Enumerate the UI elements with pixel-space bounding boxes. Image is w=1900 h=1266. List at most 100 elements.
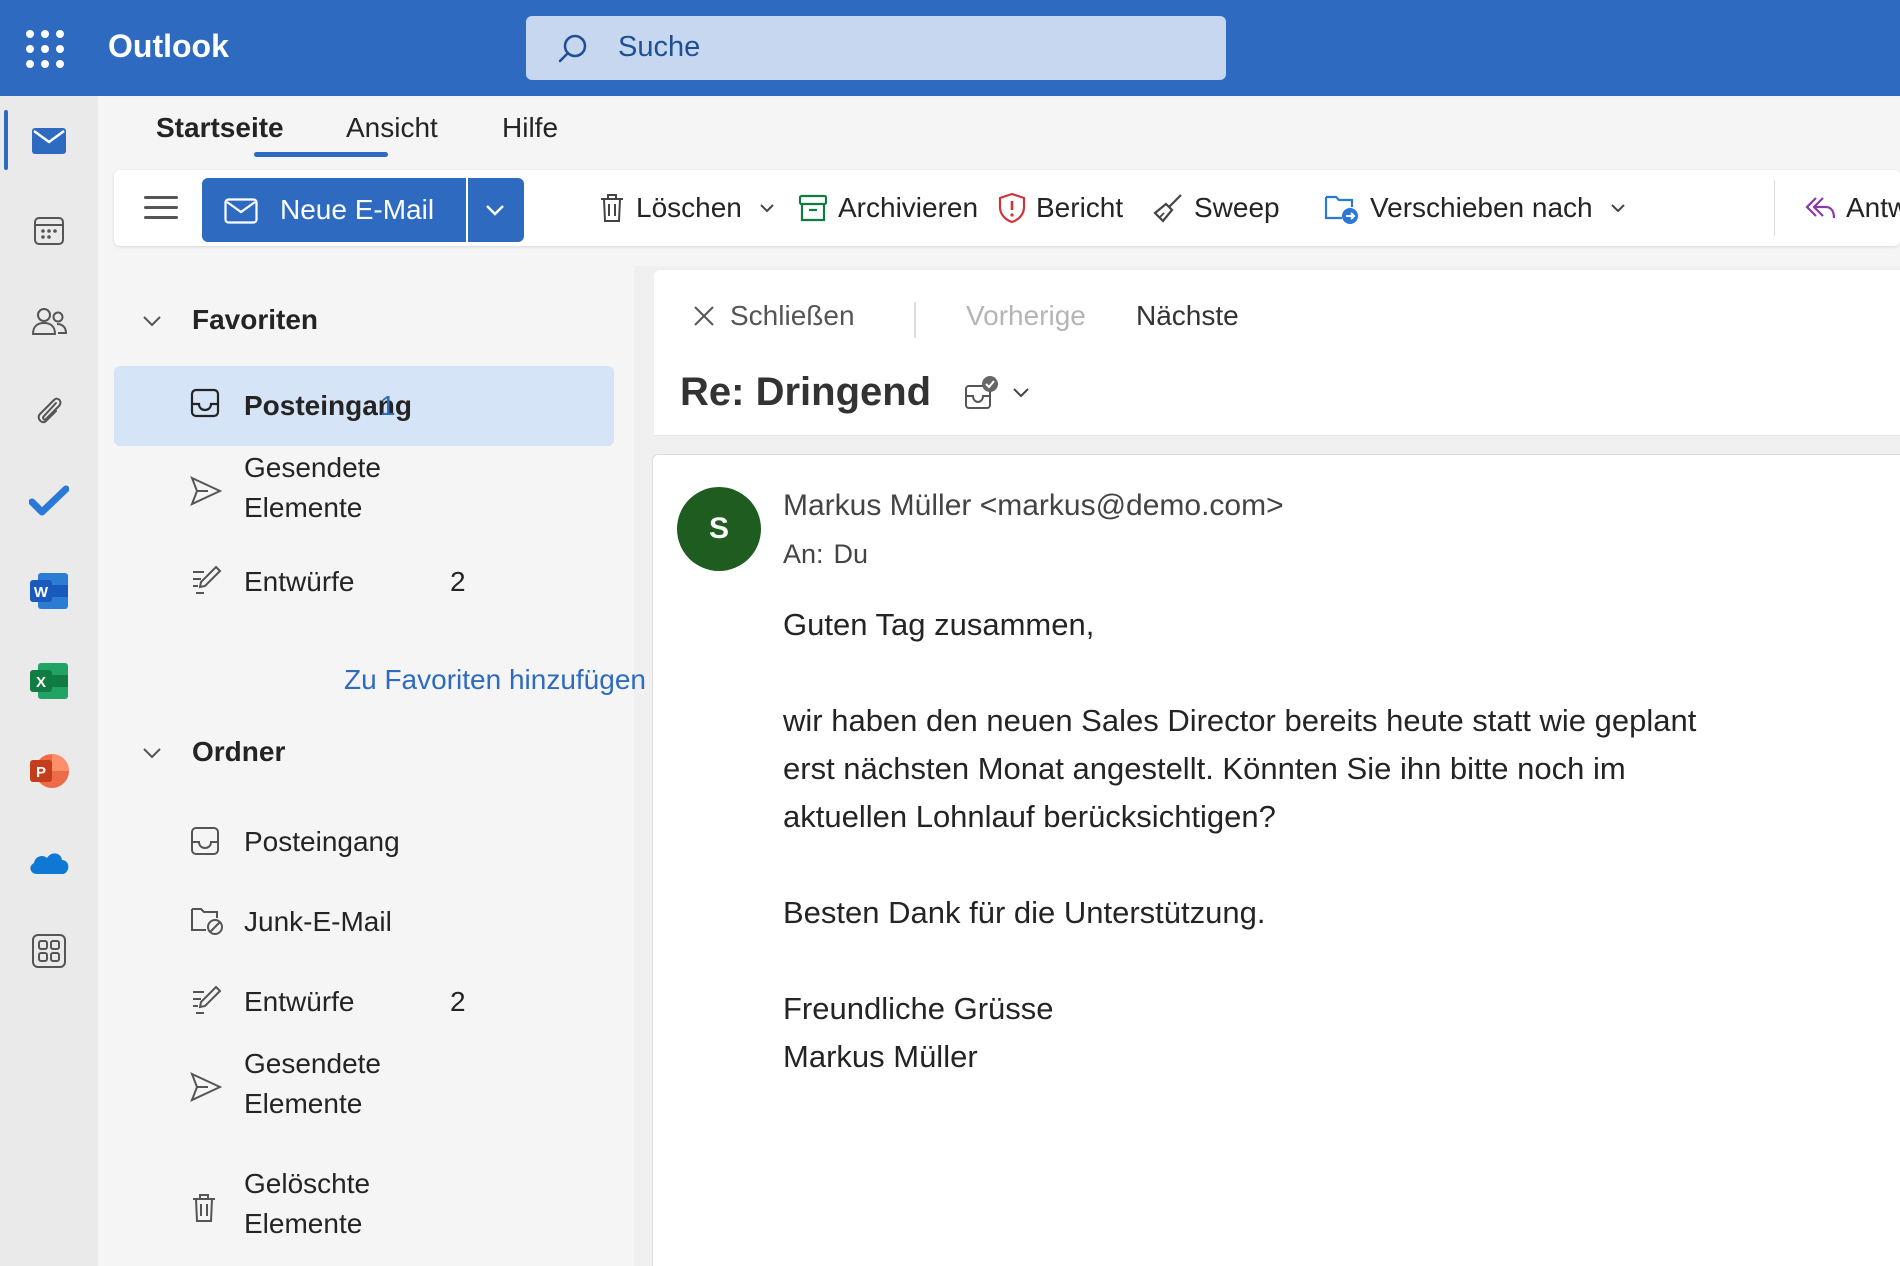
drafts-pencil-icon [193,565,222,594]
message-status-menu[interactable] [962,374,1032,412]
chevron-down-icon [143,748,161,759]
reply-icon [1805,197,1836,219]
shield-warning-icon [998,192,1026,224]
tab-ansicht[interactable]: Ansicht [346,112,438,144]
next-button[interactable]: Nächste [1136,300,1239,332]
delete-button[interactable]: Löschen [598,184,776,232]
search-box[interactable]: Suche [526,16,1226,80]
item-count: 2 [450,566,466,597]
folder-label: Posteingang [244,826,400,857]
sweep-button[interactable]: Sweep [1152,184,1280,232]
people-icon[interactable] [24,296,74,346]
sender[interactable]: Markus Müller <markus@demo.com> [783,489,1284,523]
reply-label: Antworten [1846,192,1900,223]
item-count: 2 [450,986,466,1017]
toolbar-divider [1774,180,1775,236]
close-button[interactable]: Schließen [692,300,855,332]
folder-move-icon [1324,195,1358,224]
powerpoint-icon[interactable]: P [24,746,74,796]
hamburger-menu-icon[interactable] [144,196,178,220]
svg-text:X: X [36,674,46,691]
add-to-favorites-link[interactable]: Zu Favoriten hinzufügen [344,664,646,696]
chevron-down-icon [760,204,774,213]
attachment-icon[interactable] [24,386,74,436]
envelope-icon [224,198,258,224]
folder-item-favorite-drafts[interactable]: Entwürfe 2 [114,542,614,622]
reading-pane-header: Schließen Vorherige Nächste Re: Dringend [654,270,1900,436]
chevron-down-icon [143,316,161,327]
active-tab-indicator [254,152,388,157]
chevron-down-icon [486,205,504,216]
message-body-card: S Markus Müller <markus@demo.com> An: Du … [652,454,1900,1266]
to-label: An: [783,539,824,569]
body-line: wir haben den neuen Sales Director berei… [783,703,1697,738]
folder-item-inbox[interactable]: Posteingang [114,802,614,882]
reply-button[interactable]: Antworten [1804,184,1900,232]
folder-label: Entwürfe [244,566,355,597]
delete-label: Löschen [636,192,742,223]
folders-header-label: Ordner [192,736,286,767]
archive-button[interactable]: Archivieren [798,184,978,232]
folder-label: Gesendete Elemente [244,452,381,523]
folder-label: Entwürfe [244,986,355,1017]
mail-icon[interactable] [24,116,74,166]
report-label: Bericht [1036,192,1124,223]
folder-label: Junk-E-Mail [244,906,392,937]
send-icon [190,476,222,506]
thanks-line: Besten Dank für die Unterstützung. [783,895,1266,930]
calendar-icon[interactable] [24,206,74,256]
trash-icon [601,194,623,222]
to-value[interactable]: Du [834,539,869,569]
close-icon [694,306,714,326]
folder-item-drafts[interactable]: Entwürfe 2 [114,962,614,1042]
header-divider [914,302,916,338]
app-launcher-icon[interactable] [26,30,64,68]
svg-text:P: P [36,764,46,781]
inbox-icon [190,388,220,418]
new-mail-button[interactable]: Neue E-Mail [202,178,466,242]
favorites-header-label: Favoriten [192,304,319,335]
move-to-button[interactable]: Verschieben nach [1324,184,1627,232]
chevron-down-icon [1013,388,1029,398]
junk-folder-icon [191,908,223,935]
search-input[interactable]: Suche [618,31,700,64]
todo-icon[interactable] [24,476,74,526]
folder-item-junk[interactable]: Junk-E-Mail [114,882,614,962]
new-mail-label: Neue E-Mail [280,194,435,225]
ribbon: Startseite Ansicht Hilfe Neue E-Mail Lös… [98,96,1900,266]
folder-item-deleted[interactable]: Gelöschte Elemente [114,1158,614,1254]
svg-text:W: W [34,584,49,601]
broom-icon [1153,194,1182,223]
rail-selection-indicator [4,110,8,170]
app-title[interactable]: Outlook [108,28,229,65]
top-bar: Outlook Suche [0,0,1900,96]
folder-item-sent[interactable]: Gesendete Elemente [114,1038,614,1134]
body-line: aktuellen Lohnlauf berücksichtigen? [783,799,1276,834]
trash-icon [193,1194,215,1222]
folder-item-favorite-inbox[interactable]: Posteingang 1 [114,366,614,446]
archive-label: Archivieren [838,192,979,223]
tab-hilfe[interactable]: Hilfe [502,112,558,144]
excel-icon[interactable]: X [24,656,74,706]
folder-label: Gesendete Elemente [244,1048,381,1119]
closing-line: Freundliche Grüsse [783,991,1054,1026]
message-text: Guten Tag zusammen, wir haben den neuen … [783,601,1696,1081]
search-icon [558,34,587,63]
signature-line: Markus Müller [783,1039,978,1074]
apps-icon[interactable] [24,926,74,976]
message-subject: Re: Dringend [680,370,932,414]
recipient-line: An: Du [783,539,868,570]
archive-icon [798,194,828,222]
avatar[interactable]: S [677,487,761,571]
word-icon[interactable]: W [24,566,74,616]
new-mail-dropdown-button[interactable] [468,178,524,242]
folder-item-favorite-sent[interactable]: Gesendete Elemente [114,442,614,538]
send-icon [190,1072,222,1102]
toolbar: Neue E-Mail Löschen Archivieren Bericht … [114,170,1900,246]
report-button[interactable]: Bericht [998,184,1123,232]
tab-startseite[interactable]: Startseite [156,112,284,144]
previous-button[interactable]: Vorherige [966,300,1086,332]
folder-label: Gelöschte Elemente [244,1168,371,1239]
onedrive-icon[interactable] [24,836,74,886]
app-rail: W X P [0,96,98,1266]
